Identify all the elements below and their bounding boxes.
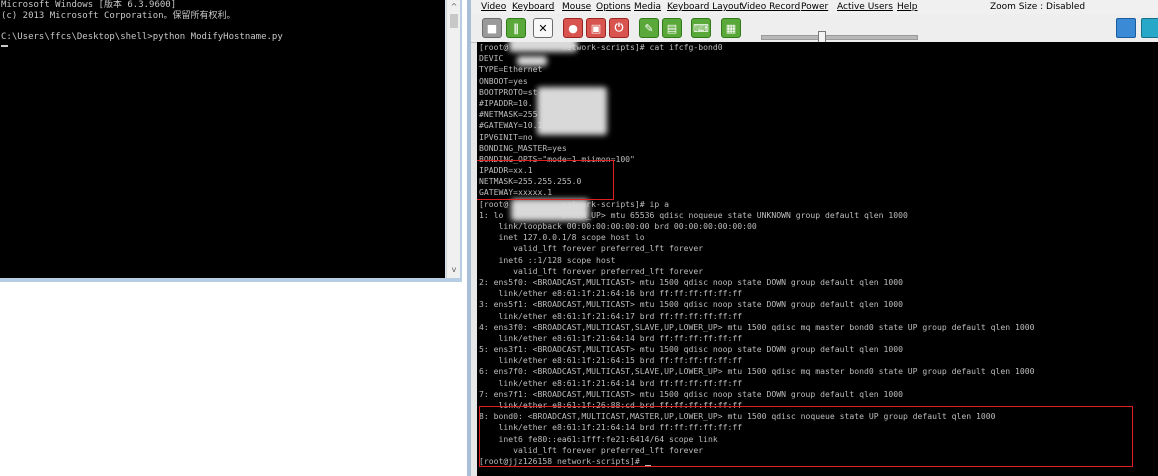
user-icon[interactable] [1116, 18, 1136, 38]
power-icon[interactable]: ⏻ [609, 18, 629, 38]
media-icon[interactable]: ▤ [662, 18, 682, 38]
kvm-toolbar: ■ ∥ ✕ ● ▣ ⏻ ✎ ▤ ⌨ ▦ 50 100 150 [471, 14, 1158, 53]
menu-mouse[interactable]: Mouse [562, 0, 591, 14]
kvm-viewer-window[interactable]: Video Keyboard Mouse Options Media Keybo… [467, 0, 1158, 476]
terminal-line: link/ether e8:61:1f:21:64:14 brd ff:ff:f… [479, 332, 743, 343]
terminal-line: TYPE=Ethernet [479, 64, 543, 75]
stop-icon[interactable]: ■ [482, 18, 502, 38]
window-border [0, 278, 462, 282]
terminal-line: 2: ens5f0: <BROADCAST,MULTICAST> mtu 150… [479, 276, 903, 287]
terminal-line: 5: ens3f1: <BROADCAST,MULTICAST> mtu 150… [479, 344, 903, 355]
kvm-menu-bar: Video Keyboard Mouse Options Media Keybo… [471, 0, 1158, 14]
keyboard-icon[interactable]: ⌨ [691, 18, 711, 38]
terminal-line: inet6 ::1/128 scope host [479, 254, 616, 265]
redaction-blur [537, 87, 607, 135]
redaction-blur [511, 199, 589, 221]
record-icon[interactable]: ● [563, 18, 583, 38]
redaction-blur [509, 42, 577, 52]
terminal-line: valid_lft forever preferred_lft forever [479, 243, 704, 254]
cmd-cursor [1, 45, 8, 47]
cmd-console-output[interactable]: Microsoft Windows [版本 6.3.9600] (c) 2013… [0, 0, 445, 278]
save-icon[interactable]: ▣ [586, 18, 606, 38]
cmd-line: Microsoft Windows [版本 6.3.9600] [1, 0, 177, 10]
scroll-thumb[interactable] [450, 14, 458, 28]
terminal-line: 3: ens5f1: <BROADCAST,MULTICAST> mtu 150… [479, 299, 903, 310]
cmd-line: C:\Users\ffcs\Desktop\shell>python Modif… [1, 31, 283, 42]
cmd-line: (c) 2013 Microsoft Corporation。保留所有权利。 [1, 10, 236, 21]
terminal-line: BONDING_MASTER=yes [479, 142, 567, 153]
terminal-line: link/ether e8:61:1f:21:64:17 brd ff:ff:f… [479, 310, 743, 321]
zoom-size-status: Zoom Size : Disabled [990, 2, 1086, 12]
terminal-line: link/ether e8:61:1f:21:64:16 brd ff:ff:f… [479, 288, 743, 299]
macro-icon[interactable]: ▦ [721, 18, 741, 38]
highlight-box-bond0 [479, 406, 1133, 467]
remote-terminal[interactable]: [root@ network-scripts]# cat ifcfg-bond0… [477, 42, 1158, 476]
terminal-line: link/ether e8:61:1f:21:64:14 brd ff:ff:f… [479, 377, 743, 388]
menu-video-record[interactable]: Video Record [741, 0, 800, 14]
close-icon[interactable]: ✕ [533, 18, 553, 38]
scroll-up-arrow-icon[interactable]: ^ [448, 1, 460, 13]
menu-options[interactable]: Options [596, 0, 631, 14]
terminal-line: inet 127.0.0.1/8 scope host lo [479, 232, 645, 243]
terminal-line: ONBOOT=yes [479, 75, 528, 86]
terminal-line: [root@ network-scripts]# cat ifcfg-bond0 [479, 42, 723, 52]
terminal-line: 4: ens3f0: <BROADCAST,MULTICAST,SLAVE,UP… [479, 321, 1035, 332]
menu-keyboard[interactable]: Keyboard [512, 0, 554, 14]
menu-power[interactable]: Power [801, 0, 828, 14]
highlight-box-ip-config [477, 160, 614, 200]
pen-icon[interactable]: ✎ [639, 18, 659, 38]
zoom-slider[interactable] [761, 35, 918, 40]
terminal-line: DEVIC [479, 53, 504, 64]
menu-keyboard-layout[interactable]: Keyboard Layout [667, 0, 743, 14]
menu-media[interactable]: Media [634, 0, 661, 14]
cmd-window[interactable]: Microsoft Windows [版本 6.3.9600] (c) 2013… [0, 0, 462, 282]
terminal-line: link/ether e8:61:1f:21:64:15 brd ff:ff:f… [479, 355, 743, 366]
menu-help[interactable]: Help [897, 0, 918, 14]
monitor-icon[interactable] [1141, 18, 1158, 38]
terminal-line: link/loopback 00:00:00:00:00:00 brd 00:0… [479, 221, 757, 231]
cmd-line [0, 21, 445, 32]
terminal-line: 7: ens7f1: <BROADCAST,MULTICAST> mtu 150… [479, 388, 903, 399]
pause-icon[interactable]: ∥ [506, 18, 526, 38]
redaction-blur [517, 56, 547, 66]
cmd-scrollbar[interactable]: ^ v [446, 0, 461, 278]
scroll-down-arrow-icon[interactable]: v [448, 264, 460, 276]
window-border [460, 0, 462, 282]
terminal-line: 6: ens7f0: <BROADCAST,MULTICAST,SLAVE,UP… [479, 366, 1035, 377]
terminal-line: valid_lft forever preferred_lft forever [479, 265, 704, 276]
menu-video[interactable]: Video [481, 0, 506, 14]
menu-active-users[interactable]: Active Users [837, 0, 893, 14]
